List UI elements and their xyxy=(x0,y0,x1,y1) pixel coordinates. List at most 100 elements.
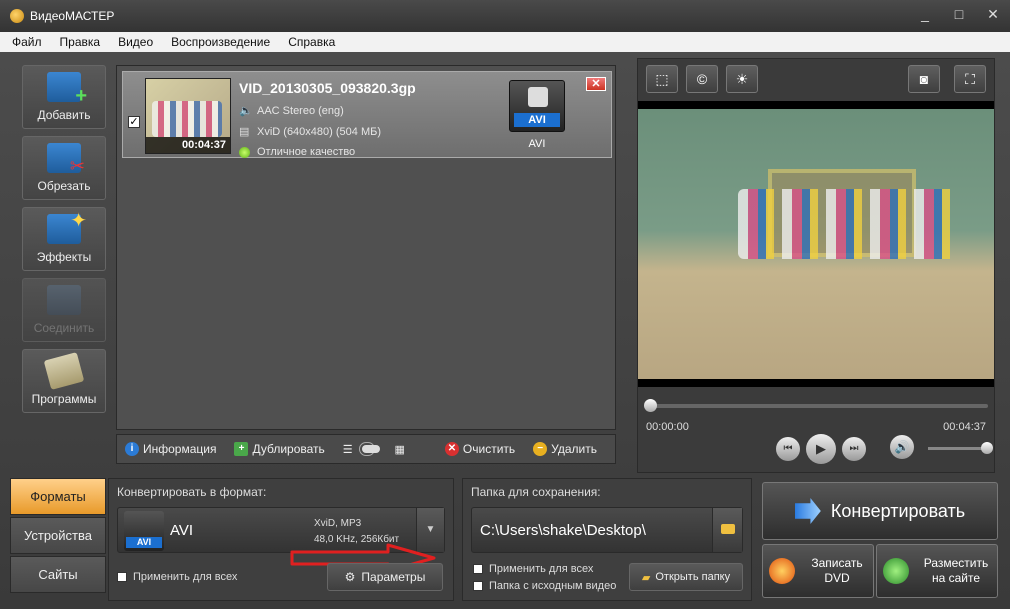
window-controls: _ □ ✕ xyxy=(916,6,1002,23)
bottom-tabs: Форматы Устройства Сайты xyxy=(10,478,106,595)
output-format-name: AVI xyxy=(528,138,546,150)
menu-edit[interactable]: Правка xyxy=(58,35,103,49)
open-folder-label: Открыть папку xyxy=(655,571,731,583)
app-icon xyxy=(10,9,24,23)
delete-label: Удалить xyxy=(551,442,597,456)
clear-label: Очистить xyxy=(462,442,516,456)
cut-button[interactable]: Обрезать xyxy=(22,136,106,200)
menu-help[interactable]: Справка xyxy=(286,35,337,49)
audio-info: 🔈 AAC Stereo (eng) xyxy=(239,104,344,118)
source-folder-option[interactable]: Папка с исходным видео xyxy=(473,580,616,592)
thumbnail-scene xyxy=(152,101,222,137)
menu-file[interactable]: Файл xyxy=(10,35,44,49)
fullscreen-button[interactable]: ⛶ xyxy=(954,65,986,93)
menu-video[interactable]: Видео xyxy=(116,35,155,49)
gear-icon: ⚙ xyxy=(344,570,356,584)
programs-label: Программы xyxy=(31,392,97,406)
snapshot-button[interactable]: ◙ xyxy=(908,65,940,93)
burn-dvd-button[interactable]: Записать DVD xyxy=(762,544,874,598)
tab-devices[interactable]: Устройства xyxy=(10,517,106,554)
seek-bar[interactable] xyxy=(644,399,988,412)
watermark-button[interactable]: © xyxy=(686,65,718,93)
programs-button[interactable]: Программы xyxy=(22,349,106,413)
format-value: AVI xyxy=(170,522,194,539)
delete-icon: − xyxy=(533,442,548,456)
format-spec-codecs: XviD, MP3 xyxy=(314,518,362,529)
quality-text: Отличное качество xyxy=(257,146,356,158)
volume-handle[interactable] xyxy=(981,442,993,454)
remove-file-button[interactable]: ✕ xyxy=(586,77,606,91)
tab-sites[interactable]: Сайты xyxy=(10,556,106,593)
publish-line1: Разместить xyxy=(923,556,989,570)
save-apply-all[interactable]: Применить для всех xyxy=(473,563,593,575)
file-name: VID_20130305_093820.3gp xyxy=(239,80,416,96)
view-toggle[interactable] xyxy=(358,442,380,456)
save-section-label: Папка для сохранения: xyxy=(471,485,601,499)
delete-button[interactable]: − Удалить xyxy=(533,442,597,456)
video-player[interactable] xyxy=(638,101,994,387)
format-apply-all[interactable]: Применить для всех xyxy=(117,571,237,583)
browse-folder-icon[interactable] xyxy=(712,508,742,552)
next-button[interactable]: ⏭ xyxy=(842,437,866,461)
format-apply-all-checkbox[interactable] xyxy=(117,572,127,582)
save-apply-all-checkbox[interactable] xyxy=(473,564,483,574)
list-view-icon[interactable]: ☰ xyxy=(343,443,353,456)
burn-dvd-line2: DVD xyxy=(824,571,850,585)
publish-online-button[interactable]: Разместить на сайте xyxy=(876,544,998,598)
main-area: Добавить Обрезать Эффекты Соединить Прог… xyxy=(0,52,1010,609)
output-path-field[interactable]: C:\Users\shake\Desktop\ xyxy=(471,507,743,553)
preview-toolbar-right: ◙ ⛶ xyxy=(908,65,986,93)
open-folder-button[interactable]: ▰ Открыть папку xyxy=(629,563,743,591)
info-label: Информация xyxy=(143,442,217,456)
effects-button[interactable]: Эффекты xyxy=(22,207,106,271)
convert-button[interactable]: Конвертировать xyxy=(762,482,998,540)
programs-icon xyxy=(43,352,85,390)
audio-text: AAC Stereo (eng) xyxy=(257,104,344,117)
previous-button[interactable]: ⏮ xyxy=(776,437,800,461)
seek-handle[interactable] xyxy=(644,399,657,412)
format-select[interactable]: AVI AVI XviD, MP3 48,0 KHz, 256Кбит ▼ xyxy=(117,507,445,573)
format-section-label: Конвертировать в формат: xyxy=(117,485,267,499)
crop-button[interactable]: ⬚ xyxy=(646,65,678,93)
tab-formats[interactable]: Форматы xyxy=(10,478,106,515)
maximize-button[interactable]: □ xyxy=(950,6,968,23)
video-thumbnail: 00:04:37 xyxy=(145,78,231,154)
add-button[interactable]: Добавить xyxy=(22,65,106,129)
minimize-button[interactable]: _ xyxy=(916,6,934,23)
file-actions-bar: i Информация + Дублировать ☰ ▦ ✕ Очистит… xyxy=(116,434,616,464)
source-folder-checkbox[interactable] xyxy=(473,581,483,591)
parameters-label: Параметры xyxy=(361,570,426,584)
info-button[interactable]: i Информация xyxy=(125,442,216,456)
dvd-icon xyxy=(769,558,795,584)
volume-slider[interactable] xyxy=(928,442,993,454)
close-button[interactable]: ✕ xyxy=(984,6,1002,23)
duplicate-label: Дублировать xyxy=(252,442,325,456)
burn-dvd-line1: Записать xyxy=(811,556,863,570)
file-checkbox[interactable]: ✓ xyxy=(128,116,140,128)
menu-bar: Файл Правка Видео Воспроизведение Справк… xyxy=(0,32,1010,52)
publish-online-label: Разместить на сайте xyxy=(915,556,997,586)
output-format-badge[interactable]: AVI xyxy=(509,80,565,132)
menu-playback[interactable]: Воспроизведение xyxy=(169,35,272,49)
brightness-button[interactable]: ☀ xyxy=(726,65,758,93)
grid-view-icon[interactable]: ▦ xyxy=(395,443,405,456)
volume-icon[interactable]: 🔊 xyxy=(890,435,914,459)
add-label: Добавить xyxy=(37,108,91,122)
parameters-button[interactable]: ⚙ Параметры xyxy=(327,563,443,591)
film-strip-icon: ▤ xyxy=(239,126,250,138)
duplicate-button[interactable]: + Дублировать xyxy=(234,442,325,456)
save-folder-panel: Папка для сохранения: C:\Users\shake\Des… xyxy=(462,478,752,601)
join-button[interactable]: Соединить xyxy=(22,278,106,342)
video-text: XviD (640x480) (504 МБ) xyxy=(257,125,381,138)
convert-label: Конвертировать xyxy=(830,500,966,521)
left-toolbar: Добавить Обрезать Эффекты Соединить Прог… xyxy=(22,65,106,420)
add-video-icon xyxy=(47,72,87,108)
source-folder-label: Папка с исходным видео xyxy=(489,580,617,592)
list-item[interactable]: ✓ 00:04:37 VID_20130305_093820.3gp 🔈 AAC… xyxy=(122,71,612,158)
clear-button[interactable]: ✕ Очистить xyxy=(444,442,516,456)
save-apply-all-label: Применить для всех xyxy=(489,563,594,575)
arrow-right-icon xyxy=(794,498,821,524)
play-button[interactable]: ▶ xyxy=(806,434,836,464)
duplicate-icon: + xyxy=(234,442,249,456)
cut-label: Обрезать xyxy=(37,179,91,193)
